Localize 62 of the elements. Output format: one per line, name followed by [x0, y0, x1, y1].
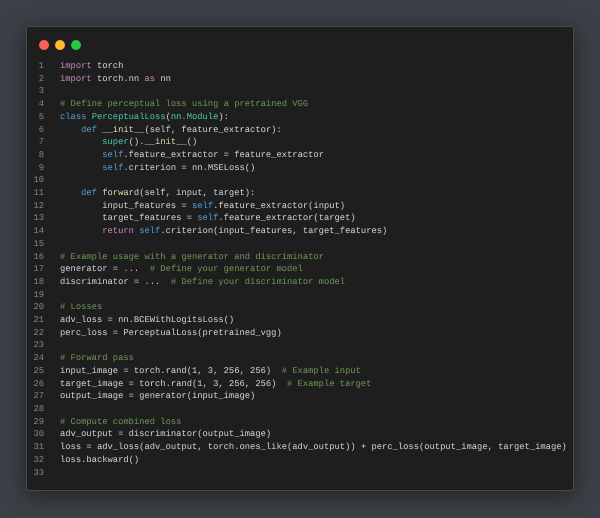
line-number: 18: [32, 276, 44, 289]
line-number: 30: [32, 428, 44, 442]
line-number: 12: [32, 200, 44, 212]
close-button[interactable]: [39, 40, 49, 50]
code-line: loss = adv_loss(adv_output, torch.ones_like(adv_output)) + perc_loss(output_image, target_image): [60, 441, 567, 454]
line-number: 28: [32, 402, 44, 416]
line-number: 1: [38, 60, 44, 73]
line-number: 3: [38, 85, 44, 98]
line-number: 2: [38, 72, 44, 86]
code-line: generator = ... # Define your generator model: [60, 263, 303, 276]
code-line: # Compute combined loss: [60, 416, 182, 428]
code-line: # Forward pass: [60, 352, 134, 365]
code-line: self.criterion = nn.MSELoss(): [101, 162, 256, 174]
line-number: 10: [32, 174, 44, 188]
code-line: return self.criterion(input_features, target_features): [101, 225, 388, 238]
code-line: super().__init__(): [101, 136, 198, 149]
code-line: adv_loss = nn.BCEWithLogitsLoss(): [60, 314, 234, 327]
line-number: 27: [32, 390, 44, 403]
line-number: 7: [38, 136, 44, 149]
line-number: 11: [32, 187, 44, 200]
code-line: def __init__(self, feature_extractor):: [80, 124, 282, 136]
line-number: 17: [32, 263, 44, 276]
line-number: 29: [32, 416, 44, 428]
zoom-button[interactable]: [71, 40, 81, 50]
line-number: 25: [32, 364, 44, 378]
minimize-button[interactable]: [55, 40, 65, 50]
code-line: # Example usage with a generator and discriminator: [60, 250, 324, 264]
code-line: target_image = torch.rand(1, 3, 256, 256) # Example target: [60, 378, 372, 390]
code-line: # Losses: [60, 301, 102, 314]
code-line: loss.backward(): [60, 454, 140, 466]
line-number: 20: [32, 301, 44, 314]
line-number: 9: [38, 162, 44, 174]
line-number: 5: [38, 110, 44, 124]
line-number: 14: [32, 225, 44, 238]
code-line: def forward(self, input, target):: [80, 187, 256, 200]
code-line: self.feature_extractor = feature_extractor: [101, 148, 324, 162]
code-line: perc_loss = PerceptualLoss(pretrained_vgg): [60, 326, 282, 340]
code-line: discriminator = ... # Define your discriminator model: [60, 276, 346, 289]
code-line: target_features = self.feature_extractor(target): [101, 212, 356, 226]
line-number: 13: [32, 212, 44, 226]
code-line: import torch: [60, 60, 124, 73]
line-number: 6: [38, 124, 44, 136]
code-line: input_features = self.feature_extractor(input): [101, 200, 346, 212]
code-line: # Define perceptual loss using a pretrained VGG: [60, 98, 308, 111]
line-number: 26: [32, 378, 44, 390]
line-number: 24: [32, 352, 44, 365]
line-number: 15: [32, 238, 44, 251]
line-number: 16: [32, 250, 44, 264]
line-number: 21: [32, 314, 44, 327]
line-number: 32: [32, 454, 44, 466]
line-number: 4: [38, 98, 44, 111]
code-line: class PerceptualLoss(nn.Module):: [60, 110, 229, 124]
line-number: 22: [32, 326, 44, 340]
line-number: 19: [32, 288, 44, 302]
line-number: 33: [32, 466, 44, 480]
line-number: 31: [32, 441, 44, 454]
code-line: import torch.nn as nn: [60, 72, 171, 86]
code-line: output_image = generator(input_image): [60, 390, 256, 403]
code-line: adv_output = discriminator(output_image): [60, 428, 272, 442]
line-number: 23: [32, 339, 44, 352]
line-number: 8: [38, 148, 44, 162]
code-line: input_image = torch.rand(1, 3, 256, 256) # Example input: [60, 364, 361, 378]
